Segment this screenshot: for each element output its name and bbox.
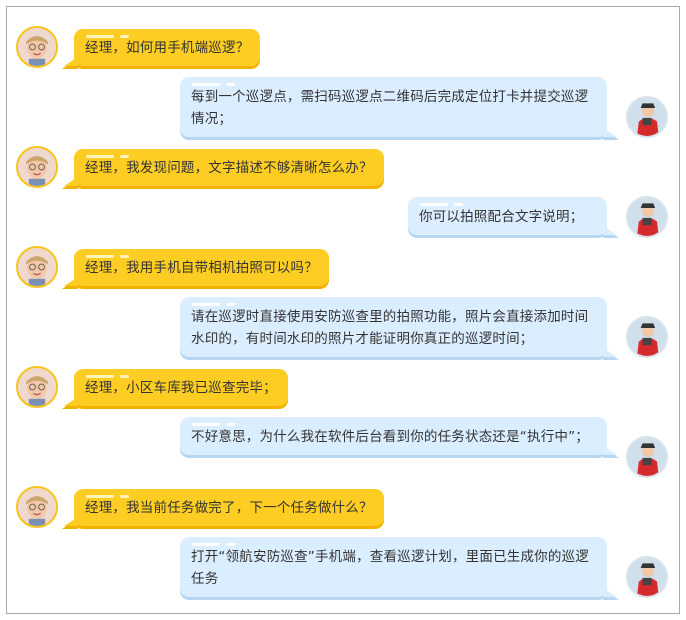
message-text: 经理，我发现问题，文字描述不够清晰怎么办？ [85, 160, 373, 176]
guard-avatar-icon [626, 316, 668, 358]
manager-message-bubble: 经理，我当前任务做完了，下一个任务做什么？ [62, 489, 384, 529]
message-text: 打开“领航安防巡查”手机端，查看巡逻计划，里面已生成你的巡逻任务 [191, 549, 589, 587]
message-text: 经理，我用手机自带相机拍照可以吗？ [85, 260, 318, 276]
guard-avatar-icon [626, 196, 668, 238]
manager-avatar-icon [16, 146, 58, 188]
manager-message-bubble: 经理，如何用手机端巡逻？ [61, 29, 261, 69]
guard-message-bubble: 你可以拍照配合文字说明； [408, 197, 619, 238]
message-text: 经理，我当前任务做完了，下一个任务做什么？ [85, 500, 373, 516]
message-text: 经理，如何用手机端巡逻？ [85, 40, 250, 56]
guard-avatar-icon [626, 556, 668, 598]
guard-message-bubble: 不好意思，为什么我在软件后台看到你的任务状态还是“执行中”； [180, 417, 619, 458]
message-text: 经理，小区车库我已巡查完毕； [85, 380, 277, 396]
message-text: 你可以拍照配合文字说明； [419, 209, 584, 225]
manager-avatar-icon [16, 26, 58, 68]
guard-avatar-icon [626, 96, 668, 138]
guard-avatar-icon [626, 436, 668, 478]
message-text: 不好意思，为什么我在软件后台看到你的任务状态还是“执行中”； [191, 429, 589, 445]
message-text: 每到一个巡逻点，需扫码巡逻点二维码后完成定位打卡并提交巡逻情况； [191, 89, 589, 127]
manager-avatar-icon [16, 486, 58, 528]
manager-message-bubble: 经理，我用手机自带相机拍照可以吗？ [62, 249, 329, 289]
manager-avatar-icon [16, 246, 58, 288]
message-text: 请在巡逻时直接使用安防巡查里的拍照功能，照片会直接添加时间水印的，有时间水印的照… [191, 309, 589, 347]
guard-message-bubble: 每到一个巡逻点，需扫码巡逻点二维码后完成定位打卡并提交巡逻情况； [180, 77, 619, 140]
manager-message-bubble: 经理，小区车库我已巡查完毕； [62, 369, 288, 409]
guard-message-bubble: 请在巡逻时直接使用安防巡查里的拍照功能，照片会直接添加时间水印的，有时间水印的照… [180, 297, 619, 360]
manager-message-bubble: 经理，我发现问题，文字描述不够清晰怎么办？ [62, 149, 384, 189]
guard-message-bubble: 打开“领航安防巡查”手机端，查看巡逻计划，里面已生成你的巡逻任务 [180, 537, 619, 600]
manager-avatar-icon [16, 366, 58, 408]
